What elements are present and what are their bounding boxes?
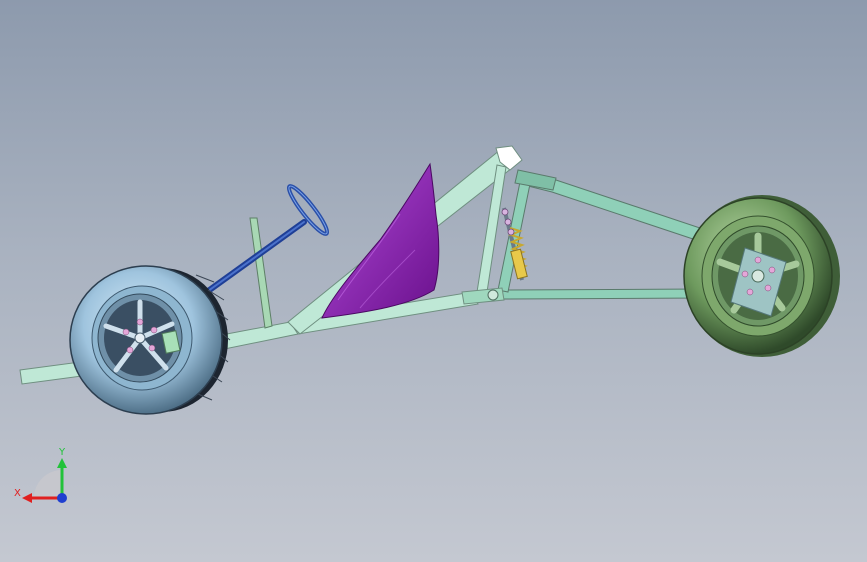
triad-y-arrow — [57, 458, 67, 468]
triad-y-label: Y — [58, 447, 66, 458]
rear-frame[interactable] — [497, 169, 713, 300]
triad-x-label: X — [14, 488, 21, 499]
axis-triad: Y X — [14, 447, 67, 503]
triad-z-axis — [57, 493, 67, 503]
front-wheel[interactable] — [69, 265, 231, 415]
triad-x-arrow — [22, 493, 32, 503]
shock-bottom-pivot — [487, 289, 499, 301]
steering-column-support[interactable] — [249, 217, 273, 329]
triad-xy-plane — [34, 470, 62, 498]
seat[interactable] — [321, 162, 440, 319]
cad-viewport[interactable]: Y X — [0, 0, 867, 562]
front-axle-tube[interactable] — [19, 361, 83, 385]
rear-lower-arm[interactable] — [497, 288, 701, 300]
go-kart-model[interactable]: Y X — [0, 0, 867, 562]
rear-wheel[interactable] — [683, 195, 840, 357]
